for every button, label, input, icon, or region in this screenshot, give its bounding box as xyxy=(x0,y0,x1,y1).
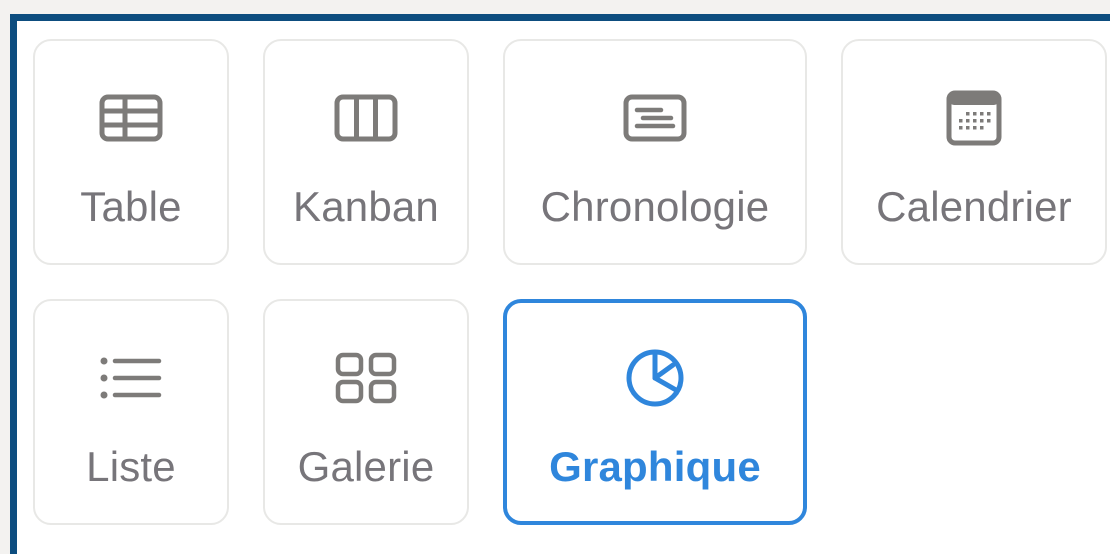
table-icon xyxy=(35,89,227,147)
view-option-label: Table xyxy=(80,183,182,230)
view-option-label: Graphique xyxy=(549,443,761,490)
view-option-label: Galerie xyxy=(297,443,435,490)
view-option-calendrier[interactable]: Calendrier xyxy=(841,39,1107,265)
view-option-label: Calendrier xyxy=(876,183,1072,230)
gallery-grid-icon xyxy=(265,349,467,407)
view-option-galerie[interactable]: Galerie xyxy=(263,299,469,525)
view-option-label: Liste xyxy=(86,443,176,490)
kanban-columns-icon xyxy=(265,89,467,147)
view-option-liste[interactable]: Liste xyxy=(33,299,229,525)
view-option-label: Kanban xyxy=(292,183,439,230)
list-icon xyxy=(35,349,227,407)
calendar-icon xyxy=(843,89,1105,147)
view-option-chronologie[interactable]: Chronologie xyxy=(503,39,807,265)
view-option-table[interactable]: Table xyxy=(33,39,229,265)
pie-chart-icon xyxy=(507,349,803,407)
view-type-picker: Table Kanban Chronologie Calendrier List… xyxy=(10,14,1110,554)
timeline-icon xyxy=(505,89,805,147)
view-option-kanban[interactable]: Kanban xyxy=(263,39,469,265)
view-option-label: Chronologie xyxy=(540,183,770,230)
view-option-graphique[interactable]: Graphique xyxy=(503,299,807,525)
